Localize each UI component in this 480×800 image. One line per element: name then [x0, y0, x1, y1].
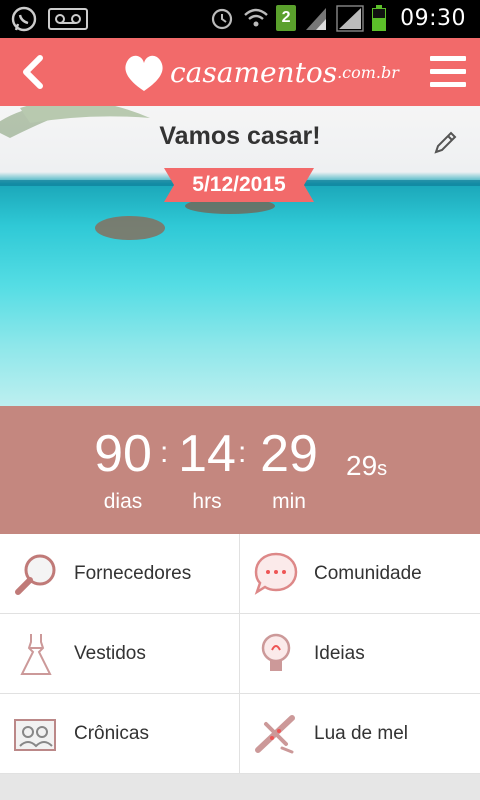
bottom-spacer: [0, 774, 480, 800]
photo-album-icon: [14, 718, 56, 751]
chat-bubble-icon: [254, 552, 298, 595]
heart-logo-icon: [125, 55, 163, 91]
menu-label: Fornecedores: [74, 562, 192, 584]
whatsapp-icon: [11, 6, 37, 32]
menu-label: Crônicas: [74, 722, 149, 744]
signal-icon: [306, 8, 327, 30]
back-arrow-icon[interactable]: [12, 50, 56, 94]
voicemail-icon: [48, 8, 88, 30]
days-label: dias: [103, 490, 143, 513]
countdown-panel: 90 dias : 14 hrs : 29 min 29s: [0, 406, 480, 534]
hero-banner: Vamos casar! 5/12/2015: [0, 106, 480, 406]
logo-main-text: casamentos: [170, 55, 338, 89]
days-value: 90: [94, 425, 152, 483]
menu-label: Lua de mel: [314, 722, 409, 744]
wedding-date-ribbon: 5/12/2015: [164, 168, 314, 202]
seconds-value: 29: [346, 450, 378, 481]
wedding-date: 5/12/2015: [192, 173, 286, 196]
hours-value: 14: [178, 425, 236, 483]
minutes-value: 29: [260, 425, 318, 483]
menu-item-fornecedores[interactable]: Fornecedores: [0, 534, 240, 614]
status-bar: 2 09:30: [0, 0, 480, 38]
magnifier-icon: [15, 554, 56, 595]
menu-item-cronicas[interactable]: Crônicas: [0, 694, 240, 774]
casamentos-logo[interactable]: casamentos .com.br: [120, 46, 399, 98]
signal-strength-icon: [336, 5, 364, 32]
countdown-days: 90 dias: [88, 424, 158, 514]
seconds-unit: s: [377, 458, 388, 480]
menu-label: Ideias: [314, 642, 365, 664]
menu-label: Comunidade: [314, 562, 422, 584]
hours-label: hrs: [192, 490, 222, 513]
countdown-minutes: 29 min: [254, 424, 324, 514]
wifi-icon: [244, 8, 268, 27]
airplane-icon: [255, 714, 295, 753]
dress-icon: [20, 633, 52, 675]
feature-menu-grid: Fornecedores Comunidade Vestidos Ideias …: [0, 534, 480, 774]
minutes-label: min: [272, 490, 306, 513]
logo-domain-text: .com.br: [337, 62, 399, 82]
menu-item-vestidos[interactable]: Vestidos: [0, 614, 240, 694]
status-left-icons: [10, 5, 88, 33]
battery-icon: [372, 5, 387, 31]
colon-separator: :: [160, 436, 169, 469]
menu-item-ideias[interactable]: Ideias: [240, 614, 480, 694]
colon-separator: :: [238, 436, 247, 469]
menu-item-lua-de-mel[interactable]: Lua de mel: [240, 694, 480, 774]
lightbulb-icon: [261, 633, 291, 671]
status-time: 09:30: [400, 5, 466, 31]
near-rock: [95, 216, 165, 240]
hamburger-menu-icon[interactable]: [428, 52, 468, 92]
hero-title: Vamos casar!: [159, 122, 321, 150]
notification-badge: 2: [276, 5, 297, 31]
pencil-edit-icon[interactable]: [432, 128, 460, 156]
countdown-hours: 14 hrs: [176, 424, 238, 514]
menu-label: Vestidos: [74, 642, 146, 664]
countdown-seconds: 29s: [346, 450, 387, 482]
menu-item-comunidade[interactable]: Comunidade: [240, 534, 480, 614]
alarm-icon: [211, 8, 233, 30]
app-header: casamentos .com.br: [0, 38, 480, 106]
status-right-icons: 2 09:30: [208, 4, 466, 32]
